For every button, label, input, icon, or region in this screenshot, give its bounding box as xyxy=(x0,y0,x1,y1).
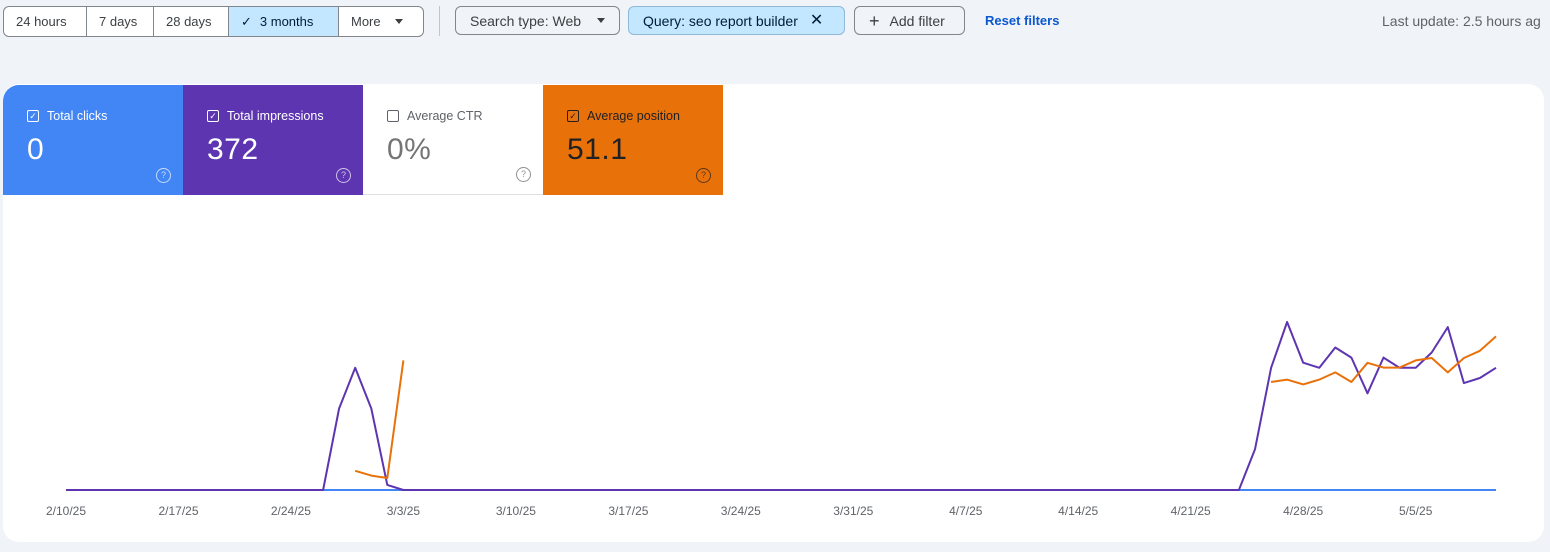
checkbox-unchecked-icon[interactable] xyxy=(387,110,399,122)
x-axis-tick-label: 4/14/25 xyxy=(1058,504,1098,518)
reset-filters-link[interactable]: Reset filters xyxy=(985,13,1059,28)
x-axis-tick-label: 3/24/25 xyxy=(721,504,761,518)
last-update-text: Last update: 2.5 hours ag xyxy=(1382,13,1541,29)
x-axis-tick-label: 2/17/25 xyxy=(158,504,198,518)
checkbox-checked-icon[interactable]: ✓ xyxy=(567,110,579,122)
metric-value: 51.1 xyxy=(567,133,628,166)
x-axis-tick-label: 4/7/25 xyxy=(949,504,983,518)
date-range-label: 7 days xyxy=(99,14,138,29)
chevron-down-icon xyxy=(597,18,606,23)
x-axis-tick-label: 4/21/25 xyxy=(1171,504,1211,518)
metric-value: 0% xyxy=(387,133,432,166)
toolbar-divider xyxy=(439,6,440,36)
search-type-label: Search type: Web xyxy=(470,12,582,29)
date-range-label: More xyxy=(351,14,381,29)
close-icon[interactable]: ✕ xyxy=(810,12,823,29)
metric-label: Average position xyxy=(587,109,680,123)
x-axis-tick-label: 4/28/25 xyxy=(1283,504,1323,518)
series-line-total-impressions xyxy=(66,321,1497,491)
metric-label: Average CTR xyxy=(407,109,483,123)
metric-value: 0 xyxy=(27,133,45,166)
toolbar: 24 hours 7 days 28 days ✓ 3 months More S… xyxy=(0,0,1550,42)
performance-chart[interactable]: 2/10/25 2/17/25 2/24/25 3/3/25 3/10/25 3/17/2… xyxy=(3,168,1544,542)
date-range-label: 24 hours xyxy=(16,14,67,29)
search-type-filter[interactable]: Search type: Web xyxy=(455,6,620,35)
add-filter-button[interactable]: + Add filter xyxy=(854,6,965,35)
date-range-label: 3 months xyxy=(259,14,314,29)
query-filter-label: Query: seo report builder xyxy=(643,12,798,29)
checkbox-checked-icon[interactable]: ✓ xyxy=(27,110,39,122)
plus-icon: + xyxy=(869,10,880,31)
x-axis-tick-label: 3/3/25 xyxy=(387,504,421,518)
date-range-7-days[interactable]: 7 days xyxy=(87,7,154,36)
metric-label: Total clicks xyxy=(47,109,108,123)
date-range-label: 28 days xyxy=(166,14,212,29)
x-axis-tick-label: 3/17/25 xyxy=(608,504,648,518)
date-range-28-days[interactable]: 28 days xyxy=(154,7,229,36)
add-filter-label: Add filter xyxy=(889,12,945,29)
metric-value: 372 xyxy=(207,133,259,166)
date-range-selector: 24 hours 7 days 28 days ✓ 3 months More xyxy=(3,6,424,37)
x-axis-tick-label: 5/5/25 xyxy=(1399,504,1433,518)
date-range-24-hours[interactable]: 24 hours xyxy=(4,7,87,36)
chevron-down-icon xyxy=(394,19,403,24)
query-filter-chip[interactable]: Query: seo report builder ✕ xyxy=(628,6,845,35)
x-axis-tick-label: 2/10/25 xyxy=(46,504,86,518)
series-line-average-position-1 xyxy=(354,360,405,479)
x-axis-tick-label: 2/24/25 xyxy=(271,504,311,518)
date-range-3-months[interactable]: ✓ 3 months xyxy=(229,7,339,36)
metric-label: Total impressions xyxy=(227,109,324,123)
check-icon: ✓ xyxy=(241,13,252,29)
x-axis-tick-label: 3/31/25 xyxy=(833,504,873,518)
checkbox-checked-icon[interactable]: ✓ xyxy=(207,110,219,122)
x-axis-tick-label: 3/10/25 xyxy=(496,504,536,518)
date-range-more[interactable]: More xyxy=(339,7,423,36)
performance-card: ✓ Total clicks 0 ? ✓ Total impressions 372… xyxy=(3,84,1544,542)
